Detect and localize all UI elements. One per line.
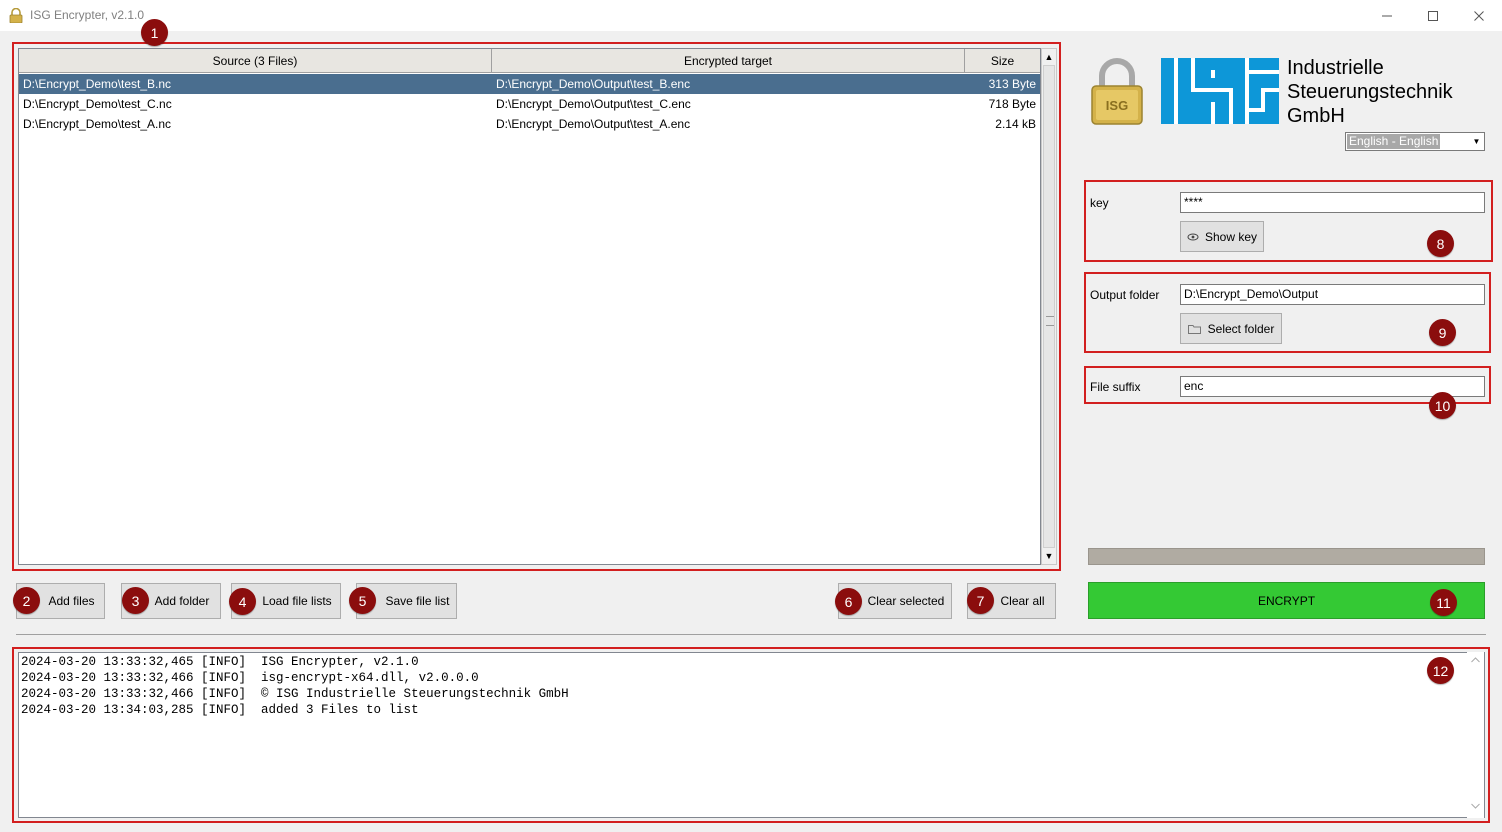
file-list-scrollbar[interactable]: ▲ ▼ (1041, 48, 1057, 565)
log-line: 2024-03-20 13:34:03,285 [INFO] added 3 F… (21, 703, 419, 717)
close-icon (1474, 10, 1484, 21)
cell-target: D:\Encrypt_Demo\Output\test_B.enc (496, 77, 691, 91)
cell-source: D:\Encrypt_Demo\test_C.nc (23, 97, 172, 111)
annotation-badge-10: 10 (1429, 392, 1456, 419)
annotation-badge-11: 11 (1430, 589, 1457, 616)
annotation-badge-6: 6 (835, 588, 862, 615)
output-folder-label: Output folder (1090, 288, 1160, 302)
log-scrollbar[interactable] (1467, 652, 1484, 818)
scroll-down-icon[interactable] (1471, 803, 1480, 809)
log-line: 2024-03-20 13:33:32,466 [INFO] isg-encry… (21, 671, 479, 685)
cell-size: 718 Byte (988, 97, 1036, 111)
scroll-up-icon[interactable]: ▲ (1042, 49, 1056, 65)
company-line-2: Steuerungstechnik (1287, 81, 1453, 103)
minimize-button[interactable] (1364, 0, 1410, 31)
output-folder-input[interactable]: D:\Encrypt_Demo\Output (1180, 284, 1485, 305)
clear-all-label: Clear all (1000, 594, 1045, 608)
table-row[interactable]: D:\Encrypt_Demo\test_C.nc D:\Encrypt_Dem… (19, 94, 1040, 114)
isg-logo (1161, 58, 1279, 124)
maximize-icon (1428, 10, 1438, 21)
scroll-up-icon[interactable] (1471, 657, 1480, 663)
separator (16, 634, 1486, 635)
minimize-icon (1382, 15, 1392, 16)
save-file-list-label: Save file list (385, 594, 450, 608)
chevron-down-icon[interactable]: ▼ (1469, 133, 1484, 150)
folder-icon (1187, 324, 1201, 334)
annotation-badge-12: 12 (1427, 657, 1454, 684)
load-file-lists-label: Load file lists (262, 594, 332, 608)
cell-target: D:\Encrypt_Demo\Output\test_A.enc (496, 117, 691, 131)
scroll-down-icon[interactable]: ▼ (1042, 548, 1056, 564)
language-selected-value: English - English (1347, 134, 1441, 149)
key-label: key (1090, 196, 1109, 210)
add-folder-label: Add folder (154, 594, 210, 608)
eye-icon (1187, 233, 1199, 240)
progress-bar (1088, 548, 1485, 565)
log-line: 2024-03-20 13:33:32,466 [INFO] © ISG Ind… (21, 687, 569, 701)
column-header-source[interactable]: Source (3 Files) (19, 49, 492, 73)
annotation-badge-7: 7 (967, 587, 994, 614)
cell-size: 2.14 kB (995, 117, 1036, 131)
file-suffix-label: File suffix (1090, 380, 1141, 394)
key-input[interactable]: **** (1180, 192, 1485, 213)
window-title: ISG Encrypter, v2.1.0 (30, 8, 145, 22)
cell-size: 313 Byte (988, 77, 1036, 91)
column-header-size[interactable]: Size (965, 49, 1040, 73)
company-line-3: GmbH (1287, 105, 1345, 127)
annotation-badge-9: 9 (1429, 319, 1456, 346)
add-files-label: Add files (48, 594, 95, 608)
select-folder-button[interactable]: Select folder (1180, 313, 1282, 344)
padlock-isg-mark: ISG (1106, 98, 1128, 113)
grip-icon (1046, 316, 1054, 326)
language-select[interactable]: English - English ▼ (1345, 132, 1485, 151)
close-button[interactable] (1456, 0, 1502, 31)
show-key-label: Show key (1204, 229, 1258, 244)
cell-target: D:\Encrypt_Demo\Output\test_C.enc (496, 97, 691, 111)
maximize-button[interactable] (1410, 0, 1456, 31)
file-table[interactable]: Source (3 Files) Encrypted target Size D… (18, 48, 1041, 565)
scrollbar-thumb[interactable] (1043, 65, 1055, 548)
encrypt-label: ENCRYPT (1257, 593, 1316, 608)
column-header-target[interactable]: Encrypted target (492, 49, 965, 73)
annotation-badge-3: 3 (122, 587, 149, 614)
cell-source: D:\Encrypt_Demo\test_B.nc (23, 77, 172, 91)
select-folder-label: Select folder (1207, 321, 1275, 336)
title-bar: ISG Encrypter, v2.1.0 (0, 0, 1502, 31)
padlock-logo-icon: ISG (1091, 58, 1143, 125)
annotation-badge-4: 4 (229, 588, 256, 615)
company-name: Industrielle Steuerungstechnik GmbH (1287, 56, 1453, 128)
log-line: 2024-03-20 13:33:32,465 [INFO] ISG Encry… (21, 655, 419, 669)
company-line-1: Industrielle (1287, 57, 1384, 79)
log-output[interactable]: 2024-03-20 13:33:32,465 [INFO] ISG Encry… (18, 652, 1485, 818)
show-key-button[interactable]: Show key (1180, 221, 1264, 252)
encrypt-button[interactable]: ENCRYPT (1088, 582, 1485, 619)
annotation-badge-8: 8 (1427, 230, 1454, 257)
table-row[interactable]: D:\Encrypt_Demo\test_B.nc D:\Encrypt_Dem… (19, 74, 1040, 94)
padlock-icon (9, 8, 23, 23)
clear-selected-label: Clear selected (867, 594, 945, 608)
cell-source: D:\Encrypt_Demo\test_A.nc (23, 117, 172, 131)
annotation-badge-1: 1 (141, 19, 168, 46)
annotation-badge-2: 2 (13, 587, 40, 614)
annotation-badge-5: 5 (349, 587, 376, 614)
table-row[interactable]: D:\Encrypt_Demo\test_A.nc D:\Encrypt_Dem… (19, 114, 1040, 134)
